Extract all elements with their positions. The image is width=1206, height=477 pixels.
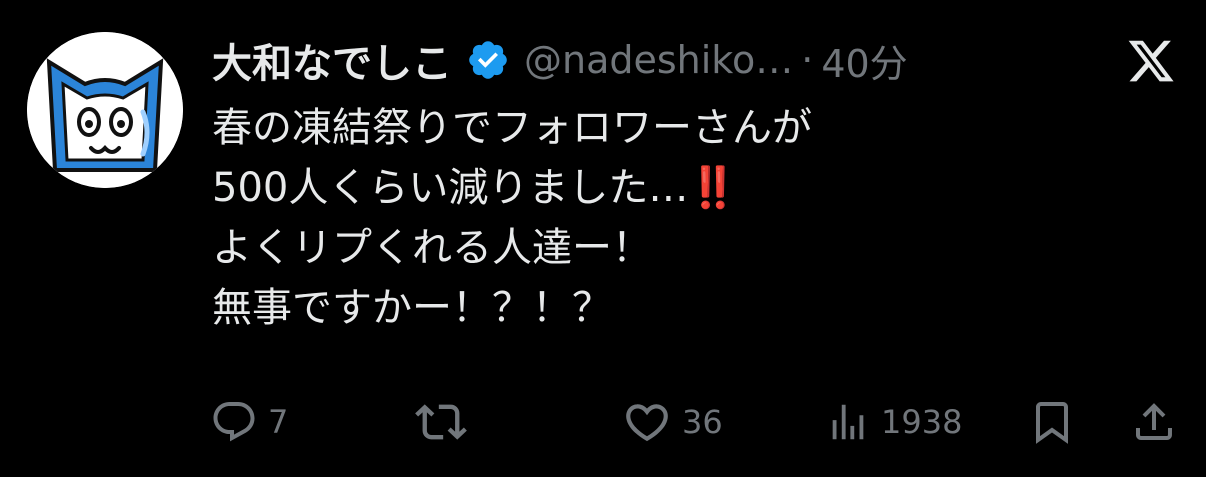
reply-icon [213,402,255,442]
tweet-line: 無事ですかー！？！？ [212,285,612,331]
timestamp[interactable]: 40分 [821,33,907,88]
tweet-line: よくリプくれる人達ー！ [212,225,652,271]
tweet-line: 500人くらい減りました…‼️ [212,158,1112,218]
share-icon [1136,403,1172,440]
like-button[interactable]: 36 [622,394,723,450]
views-icon [832,404,864,440]
verified-badge-icon [466,38,510,82]
heart-icon [626,404,668,442]
retweet-icon [415,404,467,440]
view-count: 1938 [881,403,963,441]
author-name[interactable]: 大和なでしこ [212,31,452,89]
bookmark-icon [1036,402,1068,444]
tweet-text: 春の凍結祭りでフォロワーさんが 500人くらい減りました…‼️ よくリプくれる人… [212,98,1112,338]
avatar-cat-icon [27,32,183,188]
separator-dot: · [801,38,814,82]
tweet-line: 春の凍結祭りでフォロワーさんが [212,105,812,151]
reply-button[interactable]: 7 [210,394,288,450]
reply-count: 7 [268,403,289,441]
double-exclamation-emoji: ‼️ [688,165,738,211]
bookmark-button[interactable] [1028,394,1076,450]
share-button[interactable] [1130,394,1178,450]
tweet-header: 大和なでしこ @nadeshiko… · 40分 [212,28,1066,92]
views-button[interactable]: 1938 [825,394,962,450]
author-handle[interactable]: @nadeshiko… [524,38,793,82]
retweet-button[interactable] [415,394,467,450]
avatar[interactable] [27,32,183,188]
like-count: 36 [682,403,723,441]
action-bar: 7 36 1938 [210,394,1180,450]
tweet-line-text: 500人くらい減りました… [212,165,689,211]
x-logo-icon [1126,36,1176,86]
